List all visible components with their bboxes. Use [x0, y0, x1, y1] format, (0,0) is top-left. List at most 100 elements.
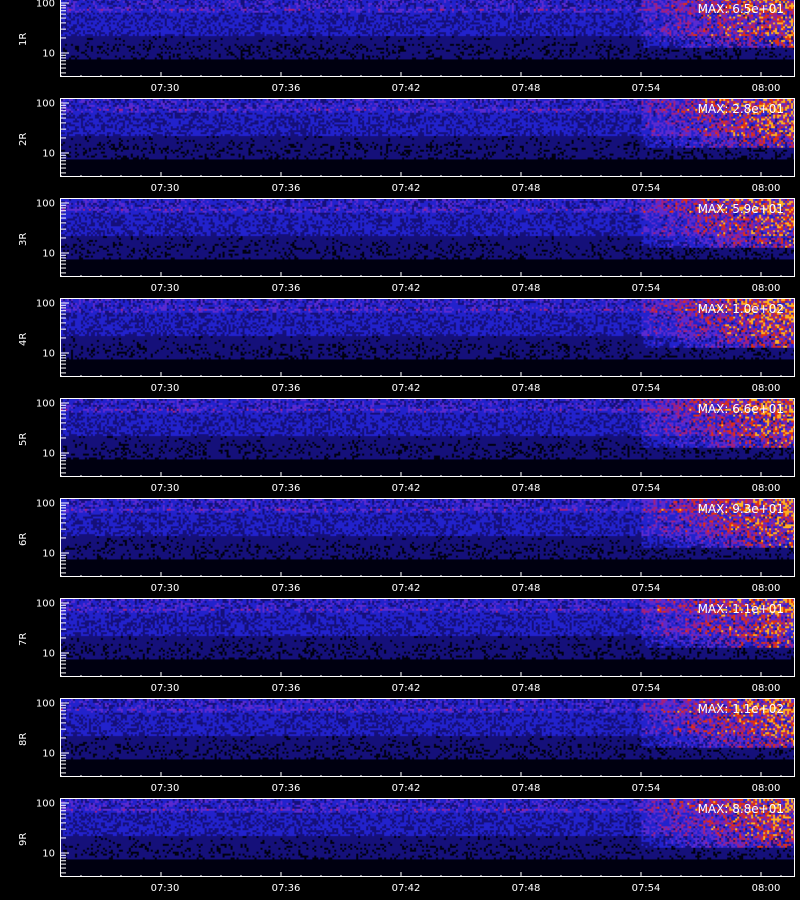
x-tick-label: 07:30	[150, 383, 180, 394]
panel-max-label: MAX: 6.6e+01	[697, 402, 784, 416]
y-tick-label: 10	[42, 748, 55, 760]
axis-ticks	[61, 502, 782, 576]
x-tick-label: 07:54	[631, 683, 661, 694]
x-tick-label: 07:48	[511, 383, 541, 394]
panel-max-label: MAX: 6.5e+01	[697, 2, 784, 16]
panel-channel-label: 8R	[18, 732, 29, 746]
axis-ticks	[61, 202, 782, 276]
spectrogram-panel: 5R 100 10 MAX: 6.6e+01 07:30 07:36 07:42 07:48 0…	[0, 398, 800, 498]
x-tick-label: 07:30	[150, 883, 180, 894]
spectrogram-plot: MAX: 8.8e+01	[60, 798, 795, 877]
axis-ticks	[61, 2, 782, 76]
x-tick-label: 07:54	[631, 583, 661, 594]
x-tick-label: 07:36	[271, 583, 301, 594]
spectrogram-panel: 6R 100 10 MAX: 9.3e+01 07:30 07:36 07:42 07:48 0…	[0, 498, 800, 598]
x-tick-label: 07:36	[271, 483, 301, 494]
x-tick-label: 07:30	[150, 683, 180, 694]
y-tick-label: 10	[42, 848, 55, 860]
spectrogram-plot: MAX: 1.1e+01	[60, 598, 795, 677]
x-tick-label: 07:36	[271, 83, 301, 94]
y-tick-label: 100	[35, 198, 55, 210]
x-tick-label: 07:42	[391, 583, 421, 594]
x-tick-label: 07:30	[150, 583, 180, 594]
panel-channel-label: 1R	[18, 32, 29, 46]
x-tick-label: 08:00	[751, 383, 781, 394]
axis-ticks	[61, 702, 782, 776]
spectrogram-panel: 4R 100 10 MAX: 1.0e+02 07:30 07:36 07:42 07:48 0…	[0, 298, 800, 398]
panel-channel-label: 9R	[18, 832, 29, 846]
x-tick-label: 07:42	[391, 183, 421, 194]
spectrogram-plot: MAX: 6.6e+01	[60, 398, 795, 477]
x-tick-label: 08:00	[751, 283, 781, 294]
axis-ticks	[61, 302, 782, 376]
x-tick-label: 07:48	[511, 283, 541, 294]
x-tick-label: 07:42	[391, 83, 421, 94]
x-tick-label: 07:30	[150, 83, 180, 94]
y-tick-label: 10	[42, 448, 55, 460]
panel-max-label: MAX: 1.0e+02	[697, 302, 784, 316]
y-tick-label: 10	[42, 648, 55, 660]
y-tick-label: 10	[42, 248, 55, 260]
panel-channel-label: 4R	[18, 332, 29, 346]
x-tick-label: 07:30	[150, 483, 180, 494]
x-tick-label: 07:30	[150, 783, 180, 794]
x-tick-label: 07:42	[391, 683, 421, 694]
x-tick-label: 08:00	[751, 83, 781, 94]
x-tick-label: 07:48	[511, 883, 541, 894]
y-tick-label: 10	[42, 348, 55, 360]
x-tick-label: 07:54	[631, 783, 661, 794]
panel-max-label: MAX: 1.1e+01	[697, 602, 784, 616]
y-tick-label: 10	[42, 548, 55, 560]
panel-channel-label: 5R	[18, 432, 29, 446]
x-tick-label: 07:48	[511, 583, 541, 594]
x-tick-label: 08:00	[751, 183, 781, 194]
axis-ticks	[61, 602, 782, 676]
x-tick-label: 07:36	[271, 383, 301, 394]
x-tick-label: 07:42	[391, 483, 421, 494]
x-tick-label: 07:54	[631, 283, 661, 294]
y-tick-label: 100	[35, 0, 55, 10]
y-tick-label: 10	[42, 48, 55, 60]
spectrogram-plot: MAX: 2.8e+01	[60, 98, 795, 177]
spectrogram-plot: MAX: 5.9e+01	[60, 198, 795, 277]
x-tick-label: 07:36	[271, 283, 301, 294]
x-tick-label: 07:36	[271, 183, 301, 194]
panel-max-label: MAX: 2.8e+01	[697, 102, 784, 116]
spectrogram-panel: 2R 100 10 MAX: 2.8e+01 07:30 07:36 07:42 07:48 0…	[0, 98, 800, 198]
x-tick-label: 07:54	[631, 483, 661, 494]
x-tick-label: 07:54	[631, 883, 661, 894]
x-tick-label: 07:48	[511, 483, 541, 494]
spectrogram-panel: 8R 100 10 MAX: 1.1e+02 07:30 07:36 07:42 07:48 0…	[0, 698, 800, 798]
y-tick-label: 100	[35, 598, 55, 610]
x-tick-label: 07:48	[511, 183, 541, 194]
panel-channel-label: 3R	[18, 232, 29, 246]
y-tick-label: 10	[42, 148, 55, 160]
y-tick-label: 100	[35, 398, 55, 410]
x-tick-label: 07:30	[150, 183, 180, 194]
y-tick-label: 100	[35, 698, 55, 710]
x-tick-label: 07:42	[391, 383, 421, 394]
spectrogram-plot: MAX: 1.0e+02	[60, 298, 795, 377]
x-tick-label: 07:42	[391, 283, 421, 294]
panel-channel-label: 2R	[18, 132, 29, 146]
axis-ticks	[61, 102, 782, 176]
axis-ticks	[61, 402, 782, 476]
x-tick-label: 07:42	[391, 883, 421, 894]
spectrogram-panel: 7R 100 10 MAX: 1.1e+01 07:30 07:36 07:42 07:48 0…	[0, 598, 800, 698]
y-tick-label: 100	[35, 98, 55, 110]
x-tick-label: 08:00	[751, 683, 781, 694]
x-tick-label: 07:48	[511, 683, 541, 694]
panel-max-label: MAX: 1.1e+02	[697, 702, 784, 716]
spectrogram-panel: 3R 100 10 MAX: 5.9e+01 07:30 07:36 07:42 07:48 0…	[0, 198, 800, 298]
x-tick-label: 07:36	[271, 883, 301, 894]
x-tick-label: 08:00	[751, 483, 781, 494]
spectrogram-plot: MAX: 1.1e+02	[60, 698, 795, 777]
spectrogram-panel: 9R 100 10 MAX: 8.8e+01 07:30 07:36 07:42 07:48 0…	[0, 798, 800, 898]
x-tick-label: 07:54	[631, 83, 661, 94]
panel-channel-label: 7R	[18, 632, 29, 646]
panel-channel-label: 6R	[18, 532, 29, 546]
panel-max-label: MAX: 5.9e+01	[697, 202, 784, 216]
x-tick-label: 07:48	[511, 783, 541, 794]
panel-max-label: MAX: 9.3e+01	[697, 502, 784, 516]
axis-ticks	[61, 802, 782, 876]
